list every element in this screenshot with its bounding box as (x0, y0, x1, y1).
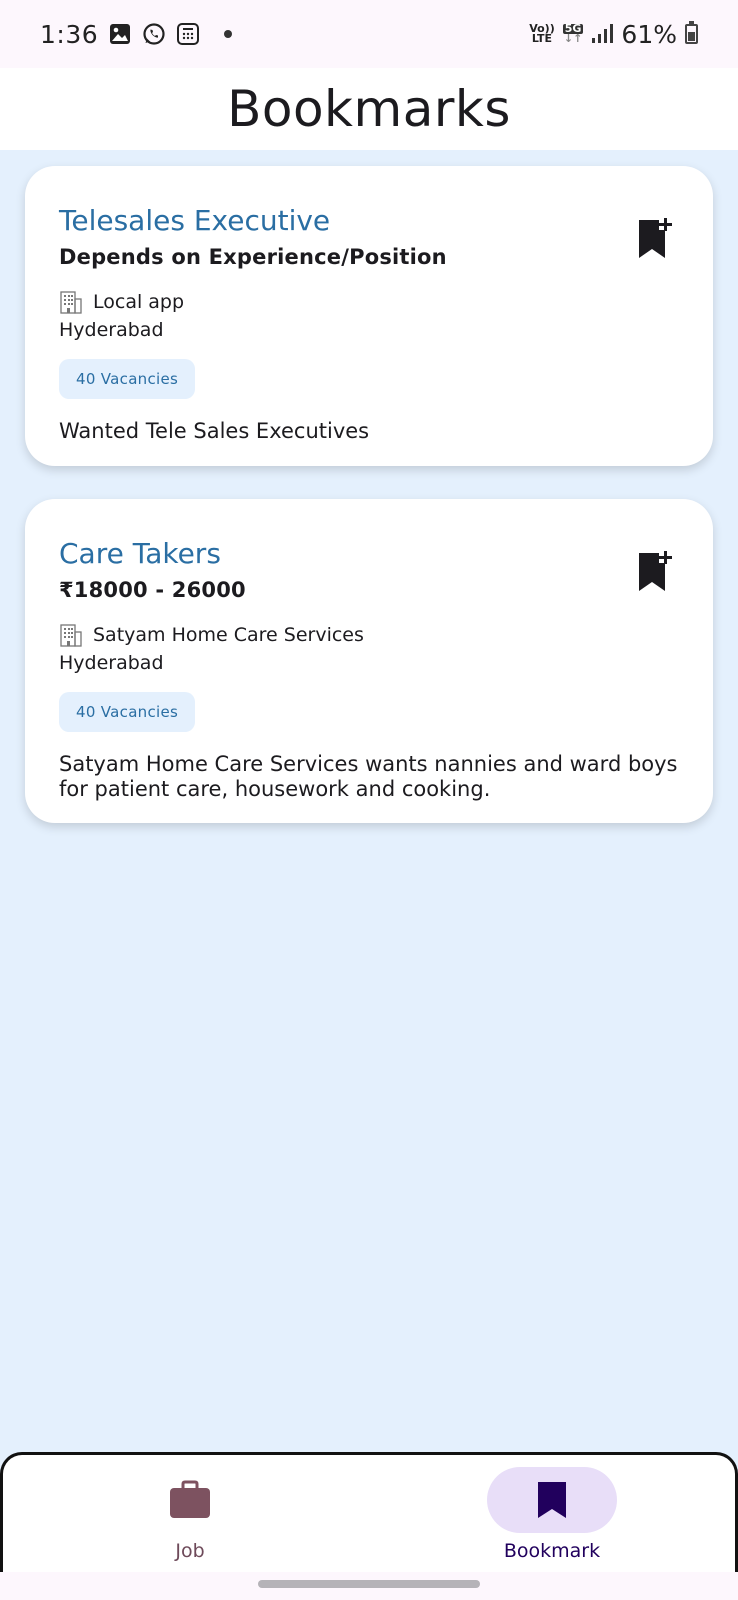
nav-label-job: Job (175, 1540, 205, 1562)
job-description: Wanted Tele Sales Executives (59, 419, 370, 443)
signal-strength-icon (592, 24, 614, 43)
job-salary: Depends on Experience/Position (59, 245, 447, 269)
job-title: Telesales Executive (59, 204, 331, 237)
job-location: Hyderabad (59, 319, 164, 341)
job-card[interactable]: Care Takers ₹18000 - 26000 Satyam Home C… (25, 499, 713, 823)
battery-percentage: 61% (621, 19, 677, 49)
status-bar: 1:36 Vo)) LTE 5G ↓↑ 61% (0, 0, 738, 68)
app-header: Bookmarks (0, 68, 738, 150)
job-location: Hyderabad (59, 652, 164, 674)
bottom-navigation: Job Bookmark (0, 1452, 738, 1572)
bookmark-add-icon[interactable] (635, 216, 675, 262)
job-salary: ₹18000 - 26000 (59, 578, 246, 602)
nav-label-bookmark: Bookmark (503, 1540, 601, 1562)
page-title: Bookmarks (227, 80, 511, 138)
building-icon (60, 624, 82, 647)
status-left: 1:36 (40, 19, 233, 49)
vacancy-badge: 40 Vacancies (59, 359, 196, 399)
nav-bookmark-indicator (487, 1467, 617, 1533)
vacancy-badge: 40 Vacancies (59, 692, 196, 732)
gesture-handle[interactable] (258, 1580, 480, 1588)
job-title: Care Takers (59, 537, 221, 570)
calculator-notification-icon (177, 23, 200, 45)
lte-label: LTE (531, 32, 553, 45)
gallery-notification-icon (110, 24, 131, 44)
network-type-indicator: 5G ↓↑ (562, 22, 584, 45)
more-notifications-dot (224, 30, 233, 38)
status-time: 1:36 (40, 19, 99, 49)
whatsapp-notification-icon (143, 23, 165, 45)
briefcase-icon (170, 1480, 210, 1518)
company-row: Local app (59, 289, 679, 315)
company-name: Local app (93, 291, 185, 313)
company-row: Satyam Home Care Services (59, 622, 679, 648)
bookmark-add-icon[interactable] (635, 549, 675, 595)
status-right: Vo)) LTE 5G ↓↑ 61% (529, 20, 698, 49)
job-description: Satyam Home Care Services wants nannies … (59, 752, 678, 801)
building-icon (60, 291, 82, 314)
nav-job-indicator (125, 1467, 255, 1533)
job-card[interactable]: Telesales Executive Depends on Experienc… (25, 166, 713, 466)
company-name: Satyam Home Care Services (93, 624, 364, 646)
battery-icon (685, 21, 698, 44)
bookmark-icon (538, 1482, 566, 1518)
nav-item-job[interactable]: Job (41, 1455, 341, 1575)
volte-indicator: Vo)) LTE (529, 23, 555, 45)
gesture-navigation-area (0, 1572, 738, 1600)
nav-item-bookmark[interactable]: Bookmark (403, 1455, 703, 1575)
